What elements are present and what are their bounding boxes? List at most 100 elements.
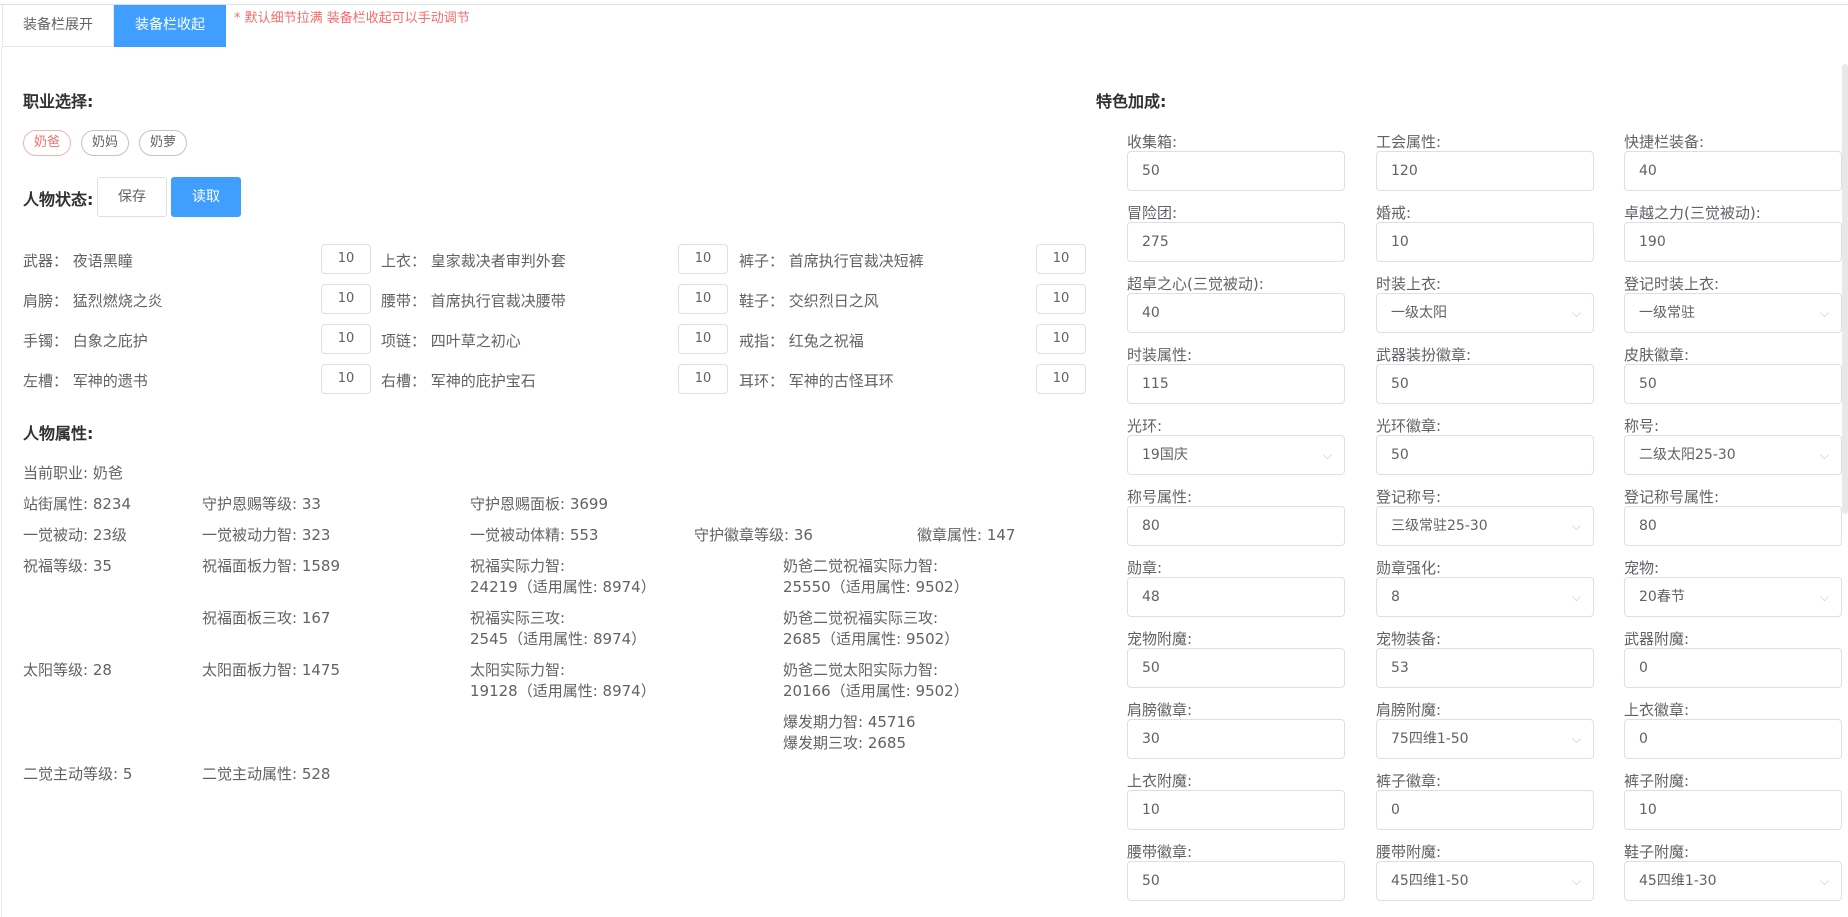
bonus-field-label: 登记称号属性: bbox=[1624, 488, 1720, 506]
bonus-field-label: 肩膀徽章: bbox=[1127, 701, 1193, 719]
bonus-field-label: 卓越之力(三觉被动): bbox=[1624, 204, 1761, 222]
bonus-field-value: 50 bbox=[1142, 163, 1160, 179]
bonus-input[interactable]: 30 bbox=[1127, 719, 1345, 759]
bonus-select[interactable]: 一级太阳 ⌵ bbox=[1376, 293, 1594, 333]
bonus-select[interactable]: 19国庆 ⌵ bbox=[1127, 435, 1345, 475]
stat-awake1-vit: 一觉被动体精: 553 bbox=[470, 526, 599, 544]
bonus-input[interactable]: 10 bbox=[1376, 222, 1594, 262]
equipment-level-input[interactable]: 10 bbox=[678, 324, 728, 354]
bonus-field-value: 50 bbox=[1142, 873, 1160, 889]
equipment-level-input[interactable]: 10 bbox=[1036, 284, 1086, 314]
bonus-field-value: 50 bbox=[1391, 447, 1409, 463]
bonus-input[interactable]: 50 bbox=[1127, 151, 1345, 191]
left-border bbox=[1, 47, 2, 917]
bonus-field-label: 肩膀附魔: bbox=[1376, 701, 1442, 719]
bonus-field-value: 48 bbox=[1142, 589, 1160, 605]
bonus-select[interactable]: 75四维1-50 ⌵ bbox=[1376, 719, 1594, 759]
bonus-field-value: 一级常驻 bbox=[1639, 305, 1695, 321]
bonus-input[interactable]: 275 bbox=[1127, 222, 1345, 262]
bonus-field-value: 30 bbox=[1142, 731, 1160, 747]
equipment-level-input[interactable]: 10 bbox=[1036, 364, 1086, 394]
stat-burst-int: 爆发期力智: 45716 bbox=[783, 713, 916, 731]
equipment-level-input[interactable]: 10 bbox=[321, 284, 371, 314]
stat-bless-real-int-value: 24219（适用属性: 8974） bbox=[470, 578, 656, 596]
equipment-level-input[interactable]: 10 bbox=[678, 244, 728, 274]
chevron-down-icon: ⌵ bbox=[1819, 874, 1829, 888]
stat-sun-panel-int: 太阳面板力智: 1475 bbox=[202, 661, 340, 679]
bonus-field-label: 宠物: bbox=[1624, 559, 1660, 577]
job-tag-crusader-male[interactable]: 奶爸 bbox=[23, 130, 72, 156]
bonus-field-value: 一级太阳 bbox=[1391, 305, 1447, 321]
equipment-label: 上衣： 皇家裁决者审判外套 bbox=[381, 252, 566, 270]
equipment-level-input[interactable]: 10 bbox=[1036, 244, 1086, 274]
bonus-input[interactable]: 0 bbox=[1624, 648, 1842, 688]
stat-awake2-attr: 二觉主动属性: 528 bbox=[202, 765, 331, 783]
bonus-section-title: 特色加成: bbox=[1096, 92, 1167, 111]
save-button[interactable]: 保存 bbox=[97, 177, 167, 217]
equipment-level-input[interactable]: 10 bbox=[1036, 324, 1086, 354]
bonus-input[interactable]: 48 bbox=[1127, 577, 1345, 617]
equipment-level-input[interactable]: 10 bbox=[321, 364, 371, 394]
bonus-input[interactable]: 10 bbox=[1127, 790, 1345, 830]
bonus-input[interactable]: 50 bbox=[1376, 364, 1594, 404]
bonus-input[interactable]: 50 bbox=[1376, 435, 1594, 475]
stat-bless-panel-int: 祝福面板力智: 1589 bbox=[202, 557, 340, 575]
bonus-field-value: 275 bbox=[1142, 234, 1169, 250]
bonus-input[interactable]: 50 bbox=[1624, 364, 1842, 404]
bonus-field-label: 腰带附魔: bbox=[1376, 843, 1442, 861]
stat-awake2-level: 二觉主动等级: 5 bbox=[23, 765, 133, 783]
stat-dad-bless-atk-value: 2685（适用属性: 9502） bbox=[783, 630, 960, 648]
bonus-select[interactable]: 8 ⌵ bbox=[1376, 577, 1594, 617]
bonus-input[interactable]: 80 bbox=[1624, 506, 1842, 546]
bonus-field-label: 勋章强化: bbox=[1376, 559, 1442, 577]
chevron-down-icon: ⌵ bbox=[1571, 874, 1581, 888]
bonus-select[interactable]: 45四维1-50 ⌵ bbox=[1376, 861, 1594, 901]
bonus-input[interactable]: 53 bbox=[1376, 648, 1594, 688]
bonus-input[interactable]: 10 bbox=[1624, 790, 1842, 830]
bonus-field-value: 80 bbox=[1639, 518, 1657, 534]
bonus-field-label: 称号: bbox=[1624, 417, 1660, 435]
bonus-field-label: 时装上衣: bbox=[1376, 275, 1442, 293]
bonus-input[interactable]: 0 bbox=[1624, 719, 1842, 759]
bonus-field-value: 40 bbox=[1639, 163, 1657, 179]
tab-expand-equipment[interactable]: 装备栏展开 bbox=[2, 5, 114, 47]
bonus-select[interactable]: 45四维1-30 ⌵ bbox=[1624, 861, 1842, 901]
bonus-field-value: 80 bbox=[1142, 518, 1160, 534]
bonus-field-label: 婚戒: bbox=[1376, 204, 1412, 222]
bonus-field-label: 上衣附魔: bbox=[1127, 772, 1193, 790]
chevron-down-icon: ⌵ bbox=[1819, 448, 1829, 462]
bonus-input[interactable]: 80 bbox=[1127, 506, 1345, 546]
bonus-field-value: 10 bbox=[1142, 802, 1160, 818]
job-tag-crusader-female[interactable]: 奶妈 bbox=[81, 130, 130, 156]
bonus-select[interactable]: 20春节 ⌵ bbox=[1624, 577, 1842, 617]
bonus-input[interactable]: 0 bbox=[1376, 790, 1594, 830]
scrollbar[interactable] bbox=[1842, 64, 1848, 514]
stat-street: 站街属性: 8234 bbox=[23, 495, 131, 513]
bonus-input[interactable]: 50 bbox=[1127, 861, 1345, 901]
bonus-input[interactable]: 120 bbox=[1376, 151, 1594, 191]
bonus-field-label: 皮肤徽章: bbox=[1624, 346, 1690, 364]
bonus-input[interactable]: 40 bbox=[1127, 293, 1345, 333]
bonus-field-value: 45四维1-50 bbox=[1391, 873, 1469, 889]
equipment-level-input[interactable]: 10 bbox=[321, 324, 371, 354]
stat-sun-real-int-label: 太阳实际力智: bbox=[470, 661, 566, 679]
bonus-field-label: 称号属性: bbox=[1127, 488, 1193, 506]
bonus-field-label: 快捷栏装备: bbox=[1624, 133, 1705, 151]
bonus-select[interactable]: 三级常驻25-30 ⌵ bbox=[1376, 506, 1594, 546]
bonus-input[interactable]: 115 bbox=[1127, 364, 1345, 404]
tab-collapse-equipment[interactable]: 装备栏收起 bbox=[114, 5, 226, 47]
bonus-input[interactable]: 40 bbox=[1624, 151, 1842, 191]
load-button[interactable]: 读取 bbox=[171, 177, 241, 217]
stat-sun-real-int-value: 19128（适用属性: 8974） bbox=[470, 682, 656, 700]
bonus-select[interactable]: 一级常驻 ⌵ bbox=[1624, 293, 1842, 333]
equipment-level-input[interactable]: 10 bbox=[321, 244, 371, 274]
bonus-field-label: 裤子附魔: bbox=[1624, 772, 1690, 790]
bonus-input[interactable]: 190 bbox=[1624, 222, 1842, 262]
bonus-input[interactable]: 50 bbox=[1127, 648, 1345, 688]
bonus-select[interactable]: 二级太阳25-30 ⌵ bbox=[1624, 435, 1842, 475]
equipment-level-input[interactable]: 10 bbox=[678, 284, 728, 314]
equipment-level-input[interactable]: 10 bbox=[678, 364, 728, 394]
job-tag-enchantress[interactable]: 奶萝 bbox=[139, 130, 188, 156]
bonus-field-value: 8 bbox=[1391, 589, 1400, 605]
bonus-field-label: 收集箱: bbox=[1127, 133, 1178, 151]
